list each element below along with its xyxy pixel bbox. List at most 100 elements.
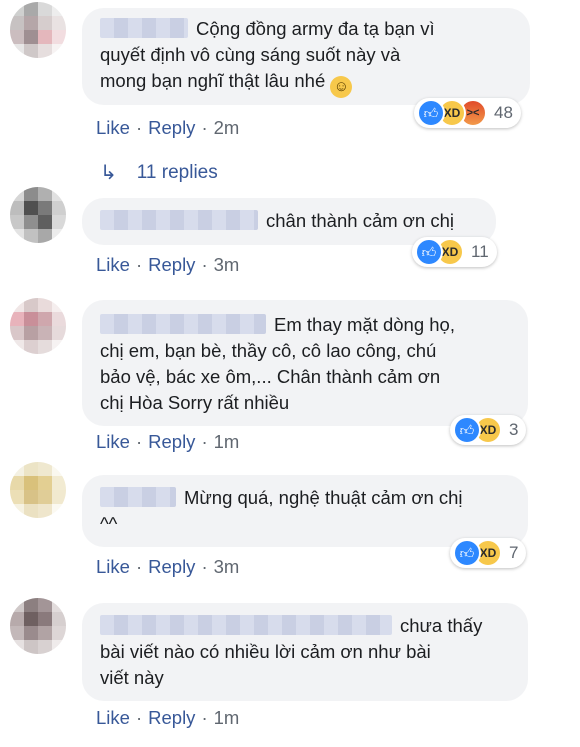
- avatar-pixel: [10, 2, 24, 16]
- comment-text-line: chị Hòa Sorry rất nhiều: [100, 392, 290, 413]
- avatar-pixel: [24, 30, 38, 44]
- avatar-pixel: [52, 326, 66, 340]
- avatar-pixel: [24, 201, 38, 215]
- avatar-pixel: [24, 215, 38, 229]
- avatar-pixel: [52, 187, 66, 201]
- avatar-pixel: [38, 298, 52, 312]
- avatar-pixel: [38, 640, 52, 654]
- like-link[interactable]: Like: [96, 117, 130, 138]
- thumbs-up-icon: 👍︎: [417, 99, 445, 127]
- like-link[interactable]: Like: [96, 556, 130, 577]
- comment-actions: Like · Reply · 1m: [96, 431, 240, 452]
- reaction-summary[interactable]: 👍︎ XD 11: [412, 237, 497, 267]
- comment-text-line: chị em, bạn bè, thầy cô, cô lao công, ch…: [100, 340, 437, 361]
- avatar-pixel: [10, 16, 24, 30]
- smile-emoji-icon: ☺: [330, 76, 353, 98]
- reaction-summary[interactable]: 👍︎ XD 7: [450, 538, 527, 568]
- timestamp[interactable]: 1m: [214, 707, 240, 728]
- reaction-count: 7: [509, 543, 519, 562]
- comment-text-line: Cộng đồng army đa tạ bạn vì: [196, 18, 435, 39]
- comment-text-line: bảo vệ, bác xe ôm,... Chân thành cảm ơn: [100, 366, 441, 387]
- avatar-pixel: [38, 626, 52, 640]
- avatar-pixel: [52, 30, 66, 44]
- avatar-pixel: [24, 44, 38, 58]
- comment-text-line: chưa thấy: [400, 615, 483, 636]
- avatar-pixel: [10, 44, 24, 58]
- timestamp[interactable]: 2m: [214, 117, 240, 138]
- like-link[interactable]: Like: [96, 254, 130, 275]
- avatar-pixel: [10, 490, 24, 504]
- reply-link[interactable]: Reply: [148, 707, 195, 728]
- comment-actions: Like · Reply · 3m: [96, 254, 240, 275]
- commenter-name[interactable]: [100, 210, 258, 230]
- avatar-pixel: [38, 187, 52, 201]
- avatar[interactable]: [10, 2, 66, 58]
- avatar-pixel: [10, 598, 24, 612]
- avatar-pixel: [10, 640, 24, 654]
- view-replies-link[interactable]: ↳ 11 replies: [100, 160, 218, 185]
- comment-bubble: Cộng đồng army đa tạ bạn vì quyết định v…: [82, 8, 530, 105]
- avatar[interactable]: [10, 462, 66, 518]
- avatar-pixel: [52, 215, 66, 229]
- reply-link[interactable]: Reply: [148, 431, 195, 452]
- avatar-pixel: [24, 612, 38, 626]
- reply-link[interactable]: Reply: [148, 556, 195, 577]
- avatar-pixel: [52, 16, 66, 30]
- commenter-name[interactable]: [100, 314, 266, 334]
- commenter-name[interactable]: [100, 18, 188, 38]
- avatar-pixel: [38, 490, 52, 504]
- avatar-pixel: [10, 476, 24, 490]
- avatar-pixel: [52, 504, 66, 518]
- avatar-pixel: [24, 340, 38, 354]
- avatar-pixel: [38, 30, 52, 44]
- avatar[interactable]: [10, 298, 66, 354]
- thumbs-up-icon: 👍︎: [453, 416, 481, 444]
- avatar-pixel: [52, 2, 66, 16]
- comment-actions: Like · Reply · 2m: [96, 117, 240, 138]
- avatar-pixel: [10, 462, 24, 476]
- avatar-pixel: [38, 476, 52, 490]
- reaction-count: 11: [471, 242, 489, 261]
- avatar[interactable]: [10, 598, 66, 654]
- avatar-pixel: [52, 612, 66, 626]
- avatar-pixel: [10, 312, 24, 326]
- comment-bubble: Em thay mặt dòng họ, chị em, bạn bè, thầ…: [82, 300, 528, 426]
- reaction-count: 3: [509, 420, 519, 439]
- avatar-pixel: [24, 626, 38, 640]
- avatar-pixel: [52, 201, 66, 215]
- comment-bubble: Mừng quá, nghệ thuật cảm ơn chị ^^: [82, 475, 528, 547]
- avatar-pixel: [10, 215, 24, 229]
- avatar-pixel: [52, 462, 66, 476]
- avatar-pixel: [24, 504, 38, 518]
- timestamp[interactable]: 3m: [214, 254, 240, 275]
- avatar-pixel: [10, 612, 24, 626]
- comment-text-line: bài viết nào có nhiều lời cảm ơn như bài: [100, 641, 431, 662]
- avatar-pixel: [38, 215, 52, 229]
- like-link[interactable]: Like: [96, 431, 130, 452]
- comment-text-line: quyết định vô cùng sáng suốt này và: [100, 44, 401, 65]
- avatar-pixel: [38, 462, 52, 476]
- reply-link[interactable]: Reply: [148, 117, 195, 138]
- commenter-name[interactable]: [100, 615, 392, 635]
- avatar-pixel: [24, 462, 38, 476]
- timestamp[interactable]: 1m: [214, 431, 240, 452]
- avatar[interactable]: [10, 187, 66, 243]
- avatar-pixel: [52, 312, 66, 326]
- avatar-pixel: [52, 598, 66, 612]
- avatar-pixel: [52, 476, 66, 490]
- commenter-name[interactable]: [100, 487, 176, 507]
- avatar-pixel: [24, 640, 38, 654]
- reply-link[interactable]: Reply: [148, 254, 195, 275]
- avatar-pixel: [38, 504, 52, 518]
- reaction-summary[interactable]: 👍︎ XD 3: [450, 415, 527, 445]
- timestamp[interactable]: 3m: [214, 556, 240, 577]
- like-link[interactable]: Like: [96, 707, 130, 728]
- avatar-pixel: [38, 326, 52, 340]
- reaction-count: 48: [494, 103, 513, 122]
- avatar-pixel: [10, 30, 24, 44]
- avatar-pixel: [10, 326, 24, 340]
- avatar-pixel: [24, 598, 38, 612]
- avatar-pixel: [10, 626, 24, 640]
- reaction-summary[interactable]: 👍︎ XD >< 48: [414, 98, 521, 128]
- comment-actions: Like · Reply · 1m: [96, 707, 240, 728]
